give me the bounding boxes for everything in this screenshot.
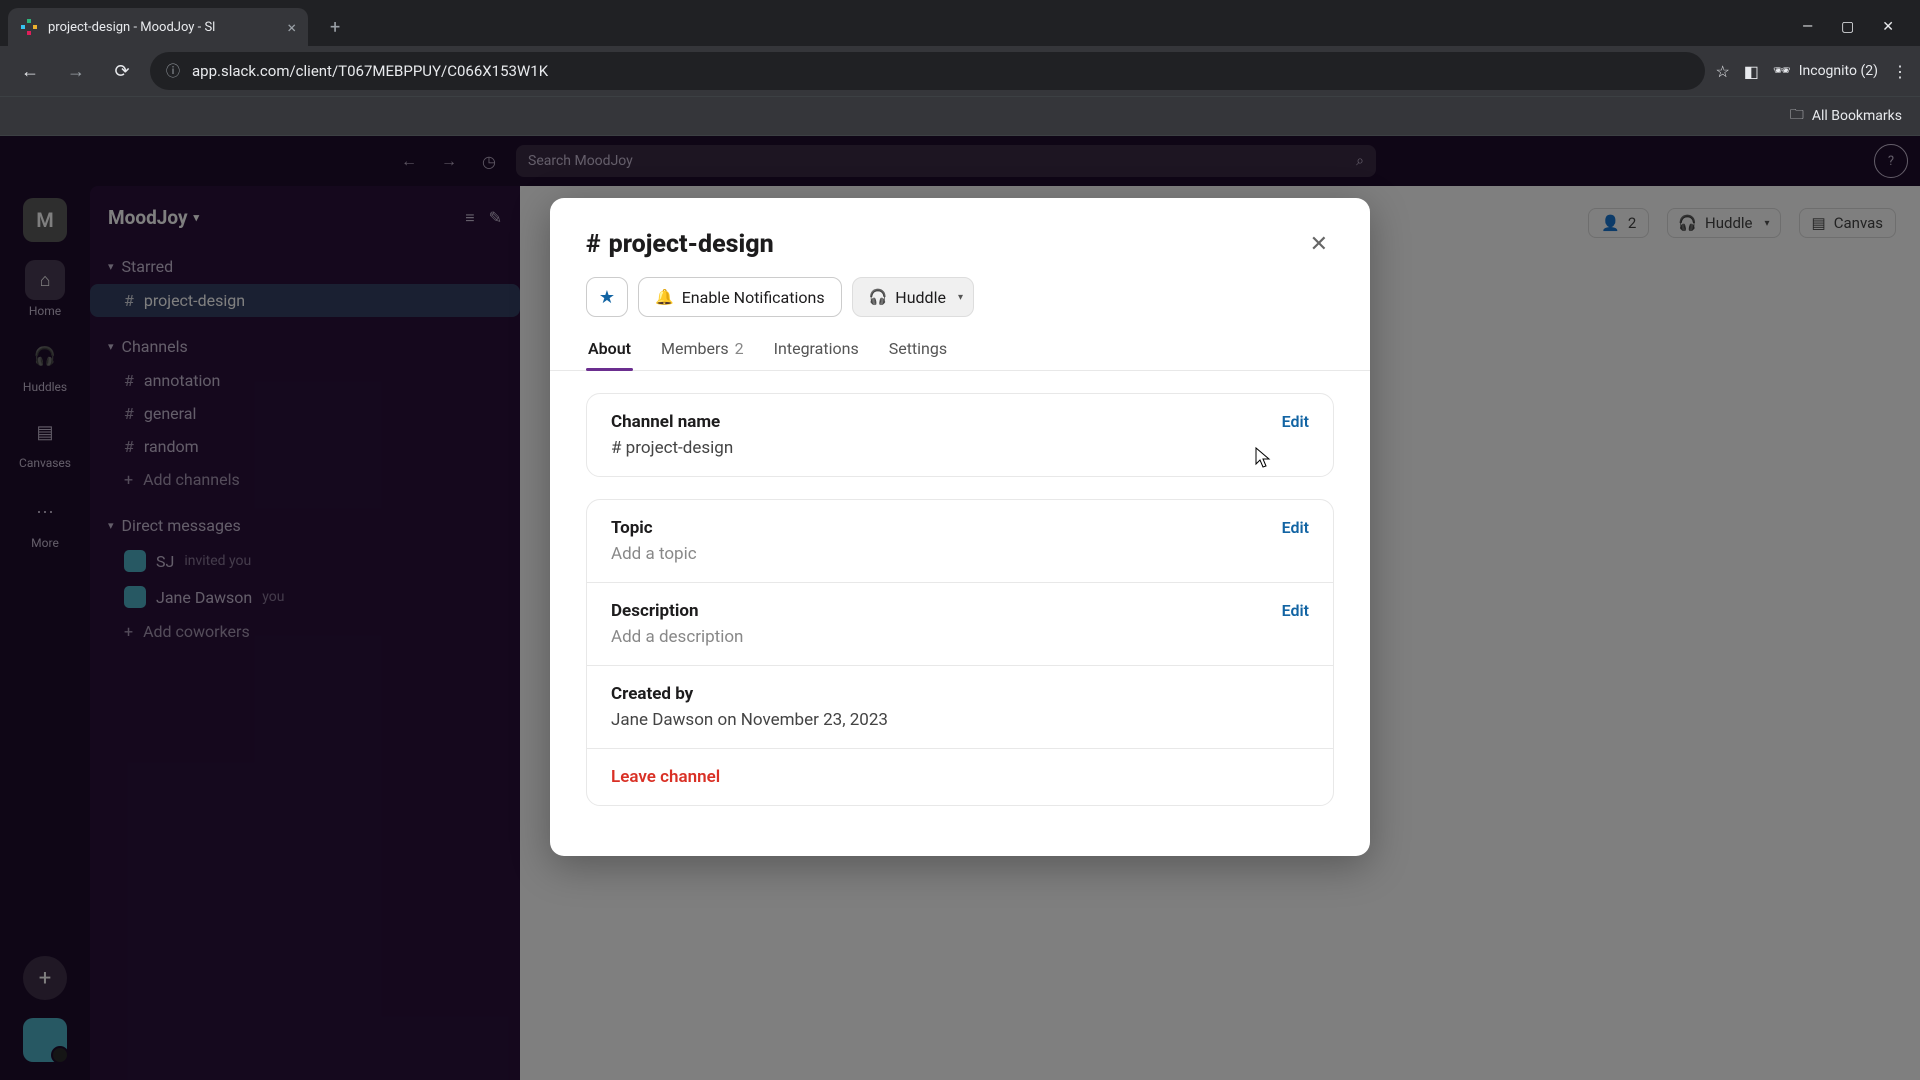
tab-bar: project-design - MoodJoy - Sl × + — ▢ ✕ xyxy=(0,0,1920,46)
tab-about[interactable]: About xyxy=(586,333,633,370)
slack-favicon xyxy=(20,18,38,36)
folder-icon: 🗀 xyxy=(1790,104,1804,128)
tab-members[interactable]: Members 2 xyxy=(659,333,746,370)
minimize-icon[interactable]: — xyxy=(1802,19,1813,35)
bell-icon: 🔔 xyxy=(655,288,674,306)
close-icon[interactable]: × xyxy=(287,18,296,37)
edit-topic[interactable]: Edit xyxy=(1282,518,1309,537)
url-bar[interactable]: ⓘ app.slack.com/client/T067MEBPPUY/C066X… xyxy=(150,52,1705,90)
enable-notifications-button[interactable]: 🔔 Enable Notifications xyxy=(638,277,842,317)
description-value: Add a description xyxy=(611,627,1309,647)
site-info-icon[interactable]: ⓘ xyxy=(166,61,180,81)
channel-details-modal: # project-design ✕ ★ 🔔 Enable Notificati… xyxy=(550,198,1370,856)
window-controls: — ▢ ✕ xyxy=(1802,19,1912,35)
modal-actions: ★ 🔔 Enable Notifications 🎧 Huddle ▾ xyxy=(550,277,1370,333)
description-label: Description xyxy=(611,601,1309,621)
modal-header: # project-design ✕ xyxy=(550,226,1370,277)
browser-toolbar: ← → ⟳ ⓘ app.slack.com/client/T067MEBPPUY… xyxy=(0,46,1920,96)
huddle-dropdown-button[interactable]: 🎧 Huddle ▾ xyxy=(852,277,974,317)
new-tab-button[interactable]: + xyxy=(320,11,350,44)
modal-title: # project-design xyxy=(586,230,774,259)
tab-settings[interactable]: Settings xyxy=(887,333,949,370)
incognito-label: Incognito (2) xyxy=(1799,63,1878,79)
slack-app: ← → ◷ Search MoodJoy ⌕ ? M ⌂ Home 🎧 Hudd… xyxy=(0,136,1920,1080)
modal-tabs: About Members 2 Integrations Settings xyxy=(550,333,1370,371)
edit-description[interactable]: Edit xyxy=(1282,601,1309,620)
browser-tab[interactable]: project-design - MoodJoy - Sl × xyxy=(8,8,308,46)
star-button[interactable]: ★ xyxy=(586,277,628,317)
all-bookmarks[interactable]: All Bookmarks xyxy=(1812,108,1902,124)
leave-channel-button: Leave channel xyxy=(611,767,1309,787)
star-icon[interactable]: ☆ xyxy=(1715,62,1729,81)
description-row[interactable]: Description Add a description Edit xyxy=(587,582,1333,665)
reload-button[interactable]: ⟳ xyxy=(104,53,140,89)
forward-button[interactable]: → xyxy=(58,53,94,89)
tab-title: project-design - MoodJoy - Sl xyxy=(48,20,277,35)
url-text: app.slack.com/client/T067MEBPPUY/C066X15… xyxy=(192,62,548,80)
channel-name-label: Channel name xyxy=(611,412,1309,432)
panel-icon[interactable]: ◧ xyxy=(1744,62,1759,81)
tab-integrations[interactable]: Integrations xyxy=(772,333,861,370)
created-by-value: Jane Dawson on November 23, 2023 xyxy=(611,710,1309,730)
chevron-down-icon: ▾ xyxy=(958,292,963,303)
details-card: Topic Add a topic Edit Description Add a… xyxy=(586,499,1334,806)
created-by-label: Created by xyxy=(611,684,1309,704)
leave-channel-row[interactable]: Leave channel xyxy=(587,748,1333,805)
close-window-icon[interactable]: ✕ xyxy=(1882,19,1894,35)
channel-name-card: Channel name # project-design Edit xyxy=(586,393,1334,477)
topic-row[interactable]: Topic Add a topic Edit xyxy=(587,500,1333,582)
topic-value: Add a topic xyxy=(611,544,1309,564)
headphones-icon: 🎧 xyxy=(869,288,888,306)
channel-name-row[interactable]: Channel name # project-design Edit xyxy=(587,394,1333,476)
modal-body: Channel name # project-design Edit Topic… xyxy=(550,371,1370,806)
created-by-row: Created by Jane Dawson on November 23, 2… xyxy=(587,665,1333,748)
menu-icon[interactable]: ⋮ xyxy=(1892,62,1908,81)
browser-chrome: project-design - MoodJoy - Sl × + — ▢ ✕ … xyxy=(0,0,1920,136)
back-button[interactable]: ← xyxy=(12,53,48,89)
close-modal-button[interactable]: ✕ xyxy=(1304,226,1334,263)
maximize-icon[interactable]: ▢ xyxy=(1841,19,1854,35)
incognito-indicator[interactable]: 🕶 Incognito (2) xyxy=(1773,63,1878,79)
topic-label: Topic xyxy=(611,518,1309,538)
channel-name-value: # project-design xyxy=(611,438,1309,458)
toolbar-icons: ☆ ◧ 🕶 Incognito (2) ⋮ xyxy=(1715,62,1908,81)
bookmarks-bar: 🗀 All Bookmarks xyxy=(0,96,1920,136)
incognito-icon: 🕶 xyxy=(1773,63,1791,79)
edit-channel-name[interactable]: Edit xyxy=(1282,412,1309,431)
